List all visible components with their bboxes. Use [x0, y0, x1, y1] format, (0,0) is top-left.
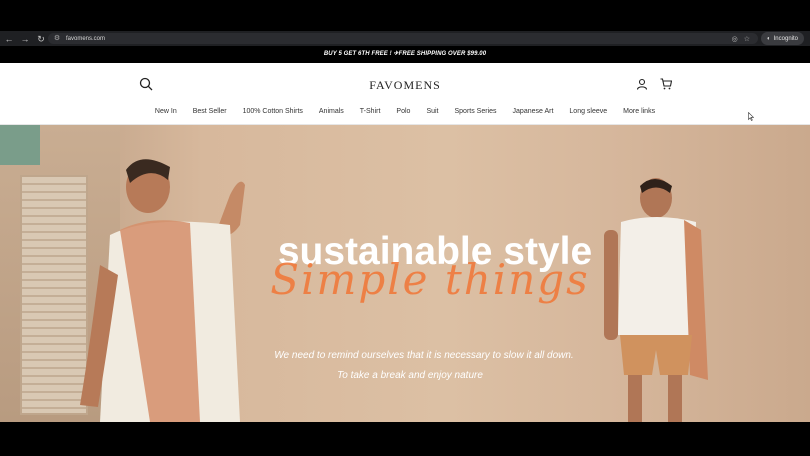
browser-toolbar: ← → ↻ ⚙ favomens.com ◎ ☆ ◐ Incognito: [0, 31, 810, 46]
incognito-icon: ◐: [767, 35, 771, 42]
menu-item-more-links[interactable]: More links: [623, 108, 655, 115]
hero-banner[interactable]: sustainable style Simple things We need …: [0, 125, 810, 422]
menu-item-t-shirt[interactable]: T-Shirt: [360, 108, 381, 115]
menu-item-polo[interactable]: Polo: [396, 108, 410, 115]
promo-bar: BUY 5 GET 6TH FREE ! ✈FREE SHIPPING OVER…: [0, 46, 810, 63]
hero-script-text: Simple things: [270, 255, 590, 304]
menu-item-suit[interactable]: Suit: [426, 108, 438, 115]
url-text: favomens.com: [66, 35, 106, 42]
incognito-label: Incognito: [773, 35, 798, 42]
hero-subtitle-1: We need to remind ourselves that it is n…: [274, 350, 574, 361]
forward-icon[interactable]: →: [18, 32, 32, 46]
webpage: BUY 5 GET 6TH FREE ! ✈FREE SHIPPING OVER…: [0, 46, 810, 422]
menu-item-cotton-shirts[interactable]: 100% Cotton Shirts: [243, 108, 303, 115]
address-bar[interactable]: ⚙ favomens.com ◎ ☆: [48, 33, 758, 44]
hero-sky-corner: [0, 125, 40, 165]
bookmark-star-icon[interactable]: ☆: [744, 35, 750, 43]
hero-subtitle-2: To take a break and enjoy nature: [337, 370, 483, 381]
eye-off-icon[interactable]: ◎: [732, 35, 738, 43]
main-navigation: New In Best Seller 100% Cotton Shirts An…: [0, 108, 810, 115]
site-logo[interactable]: FAVOMENS: [0, 78, 810, 93]
address-bar-actions: ◎ ☆: [732, 33, 750, 44]
menu-item-animals[interactable]: Animals: [319, 108, 344, 115]
reload-icon[interactable]: ↻: [34, 32, 48, 46]
incognito-badge[interactable]: ◐ Incognito: [761, 32, 804, 45]
menu-item-long-sleeve[interactable]: Long sleeve: [569, 108, 607, 115]
menu-item-new-in[interactable]: New In: [155, 108, 177, 115]
site-header: FAVOMENS New In Best Seller 100% Cotton …: [0, 63, 810, 125]
site-info-icon[interactable]: ⚙: [52, 34, 62, 44]
menu-item-sports-series[interactable]: Sports Series: [455, 108, 497, 115]
cart-icon[interactable]: [660, 78, 672, 90]
mouse-cursor-icon: [748, 112, 754, 121]
screen: ← → ↻ ⚙ favomens.com ◎ ☆ ◐ Incognito BUY…: [0, 0, 810, 456]
account-icon[interactable]: [636, 78, 648, 90]
menu-item-best-seller[interactable]: Best Seller: [193, 108, 227, 115]
menu-item-japanese-art[interactable]: Japanese Art: [513, 108, 554, 115]
back-icon[interactable]: ←: [2, 32, 16, 46]
